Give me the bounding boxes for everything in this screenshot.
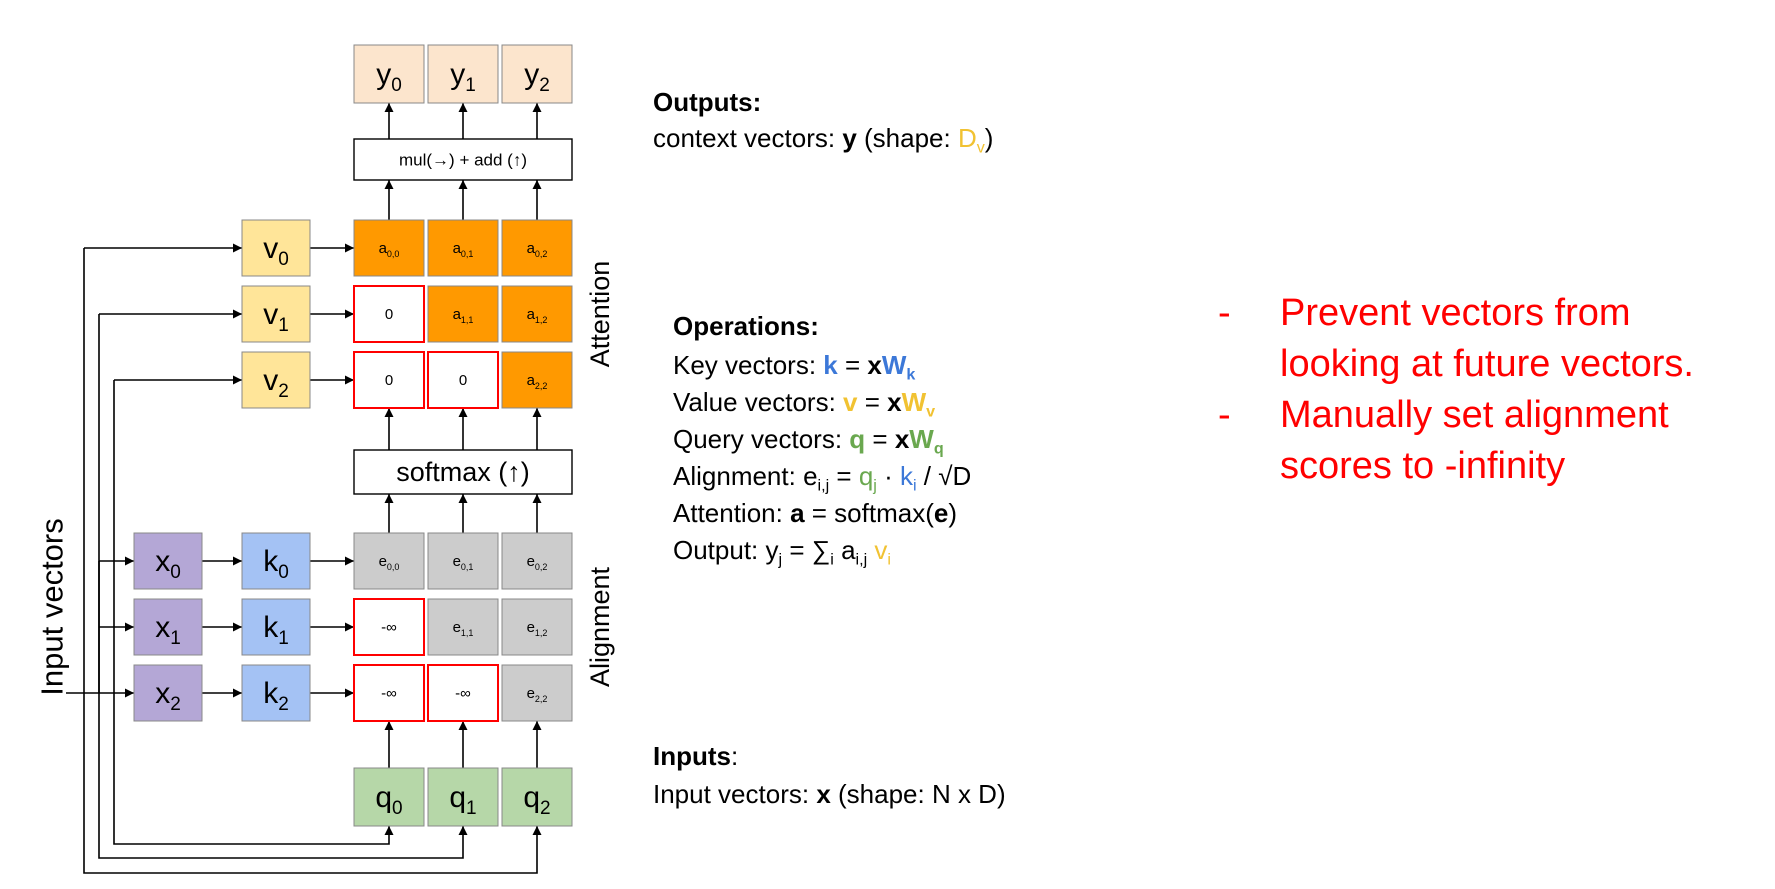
alignment-formula-line: Alignment: ei,j = qj · ki / √D — [673, 461, 972, 495]
key-k1: k1 — [241, 598, 311, 656]
input-x1: x1 — [133, 598, 203, 656]
attention-cell-0-2-rect — [501, 219, 573, 277]
query-q1: q1 — [427, 767, 499, 827]
alignment-cell-1-2: e1,2 — [501, 598, 573, 656]
output-y1: y1 — [427, 44, 499, 104]
alignment-cell-0-1: e0,1 — [427, 532, 499, 590]
output-formula-line: Output: yj = ∑i ai,j vi — [673, 535, 892, 569]
attention-cell-0-2: a0,2 — [501, 219, 573, 277]
alignment-cell-2-1: -∞ — [427, 664, 499, 722]
input-vectors-label: Input vectors — [35, 518, 70, 695]
attention-formula-line: Attention: a = softmax(e) — [673, 498, 958, 528]
alignment-cell-1-1: e1,1 — [427, 598, 499, 656]
input-x2: x2 — [133, 664, 203, 722]
alignment-cell-2-2-rect — [501, 664, 573, 722]
mul-add-label: mul(→) + add (↑) — [399, 151, 527, 170]
note-future-vectors: - Prevent vectors from looking at future … — [1218, 288, 1694, 390]
masking-notes: - Prevent vectors from looking at future … — [1218, 288, 1694, 492]
alignment-cell-1-1-rect — [427, 598, 499, 656]
outputs-post: (shape: — [856, 123, 958, 153]
attention-cell-2-2-rect — [501, 351, 573, 409]
operations-heading: Operations: — [673, 311, 819, 341]
attention-cell-2-1: 0 — [427, 351, 499, 409]
value-v0: v0 — [241, 219, 311, 277]
value-v2: v2 — [241, 351, 311, 409]
attention-cell-0-0-rect — [353, 219, 425, 277]
inputs-heading: Inputs: — [653, 741, 739, 771]
query-q2: q2 — [501, 767, 573, 827]
alignment-cell-1-2-rect — [501, 598, 573, 656]
value-v1: v1 — [241, 285, 311, 343]
outputs-close: ) — [984, 123, 994, 153]
alignment-cell-0-1-rect — [427, 532, 499, 590]
input-x0: x0 — [133, 532, 203, 590]
value-vectors-line: Value vectors: v = xWv — [673, 387, 936, 421]
query-vectors-line: Query vectors: q = xWq — [673, 424, 944, 458]
outputs-pre: context vectors: — [653, 123, 843, 153]
key-k2: k2 — [241, 664, 311, 722]
query-q0: q0 — [353, 767, 425, 827]
attention-cell-1-0-label: 0 — [385, 306, 393, 323]
alignment-cell-2-0: -∞ — [353, 664, 425, 722]
softmax-label: softmax (↑) — [396, 457, 530, 487]
attention-cell-1-1-rect — [427, 285, 499, 343]
attention-label: Attention — [585, 261, 615, 368]
outputs-y: y — [842, 123, 857, 153]
attention-cell-1-0: 0 — [353, 285, 425, 343]
key-k0: k0 — [241, 532, 311, 590]
bullet-dash: - — [1218, 292, 1231, 334]
alignment-label: Alignment — [585, 566, 615, 687]
alignment-cell-0-0-rect — [353, 532, 425, 590]
key-vectors-line: Key vectors: k = xWk — [673, 350, 916, 384]
attention-cell-2-1-label: 0 — [459, 372, 467, 389]
output-y0: y0 — [353, 44, 425, 104]
alignment-cell-0-0: e0,0 — [353, 532, 425, 590]
alignment-cell-2-1-label: -∞ — [455, 685, 471, 702]
attention-cell-0-0: a0,0 — [353, 219, 425, 277]
alignment-cell-1-0-label: -∞ — [381, 619, 397, 636]
alignment-cell-2-2: e2,2 — [501, 664, 573, 722]
alignment-cell-0-2: e0,2 — [501, 532, 573, 590]
attention-cell-0-1-rect — [427, 219, 499, 277]
attention-cell-1-2: a1,2 — [501, 285, 573, 343]
bullet-dash: - — [1218, 394, 1231, 436]
alignment-cell-0-2-rect — [501, 532, 573, 590]
alignment-cell-2-0-label: -∞ — [381, 685, 397, 702]
inputs-description: Input vectors: x (shape: N x D) — [653, 779, 1006, 809]
output-y2: y2 — [501, 44, 573, 104]
outputs-heading: Outputs: — [653, 87, 762, 117]
attention-cell-2-0-label: 0 — [385, 372, 393, 389]
note-set-infinity: - Manually set alignment scores to -infin… — [1218, 390, 1694, 492]
attention-cell-1-1: a1,1 — [427, 285, 499, 343]
attention-cell-2-0: 0 — [353, 351, 425, 409]
attention-cell-0-1: a0,1 — [427, 219, 499, 277]
attention-cell-1-2-rect — [501, 285, 573, 343]
attention-cell-2-2: a2,2 — [501, 351, 573, 409]
outputs-description: context vectors: y (shape: Dv) — [653, 120, 993, 157]
alignment-cell-1-0: -∞ — [353, 598, 425, 656]
outputs-dv: Dv — [957, 123, 985, 157]
